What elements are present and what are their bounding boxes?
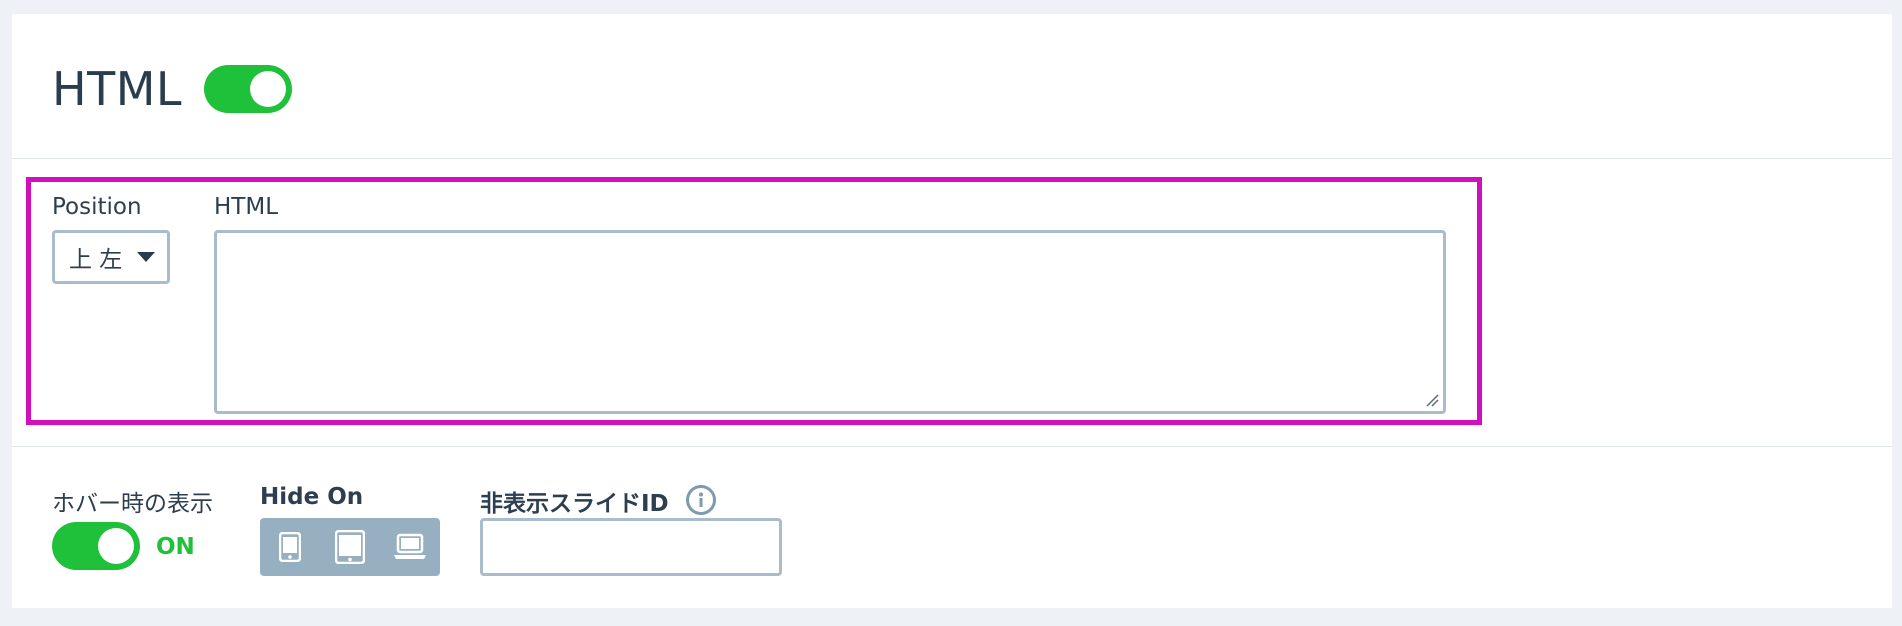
settings-panel: HTML Position 上 左 HTML ホバー時の表示 ON Hide O… (12, 14, 1892, 608)
info-icon[interactable] (686, 485, 716, 515)
hover-display-label: ホバー時の表示 (52, 491, 213, 517)
divider (12, 158, 1892, 159)
tablet-icon[interactable] (326, 523, 374, 571)
html-enable-toggle[interactable] (204, 65, 293, 113)
laptop-icon[interactable] (386, 523, 434, 571)
hover-display-toggle[interactable] (52, 522, 140, 570)
hidden-slide-id-input[interactable] (480, 518, 782, 576)
mobile-icon[interactable] (266, 523, 314, 571)
toggle-state-label: ON (156, 534, 195, 560)
toggle-knob (98, 528, 134, 564)
divider (12, 446, 1892, 447)
hidden-slide-id-label: 非表示スライドID (480, 491, 669, 517)
toggle-knob (250, 71, 287, 107)
html-header: HTML (52, 62, 293, 116)
hide-on-device-group (260, 518, 440, 576)
hide-on-label: Hide On (260, 484, 364, 510)
page-title: HTML (52, 62, 183, 116)
highlight-box (26, 177, 1482, 425)
